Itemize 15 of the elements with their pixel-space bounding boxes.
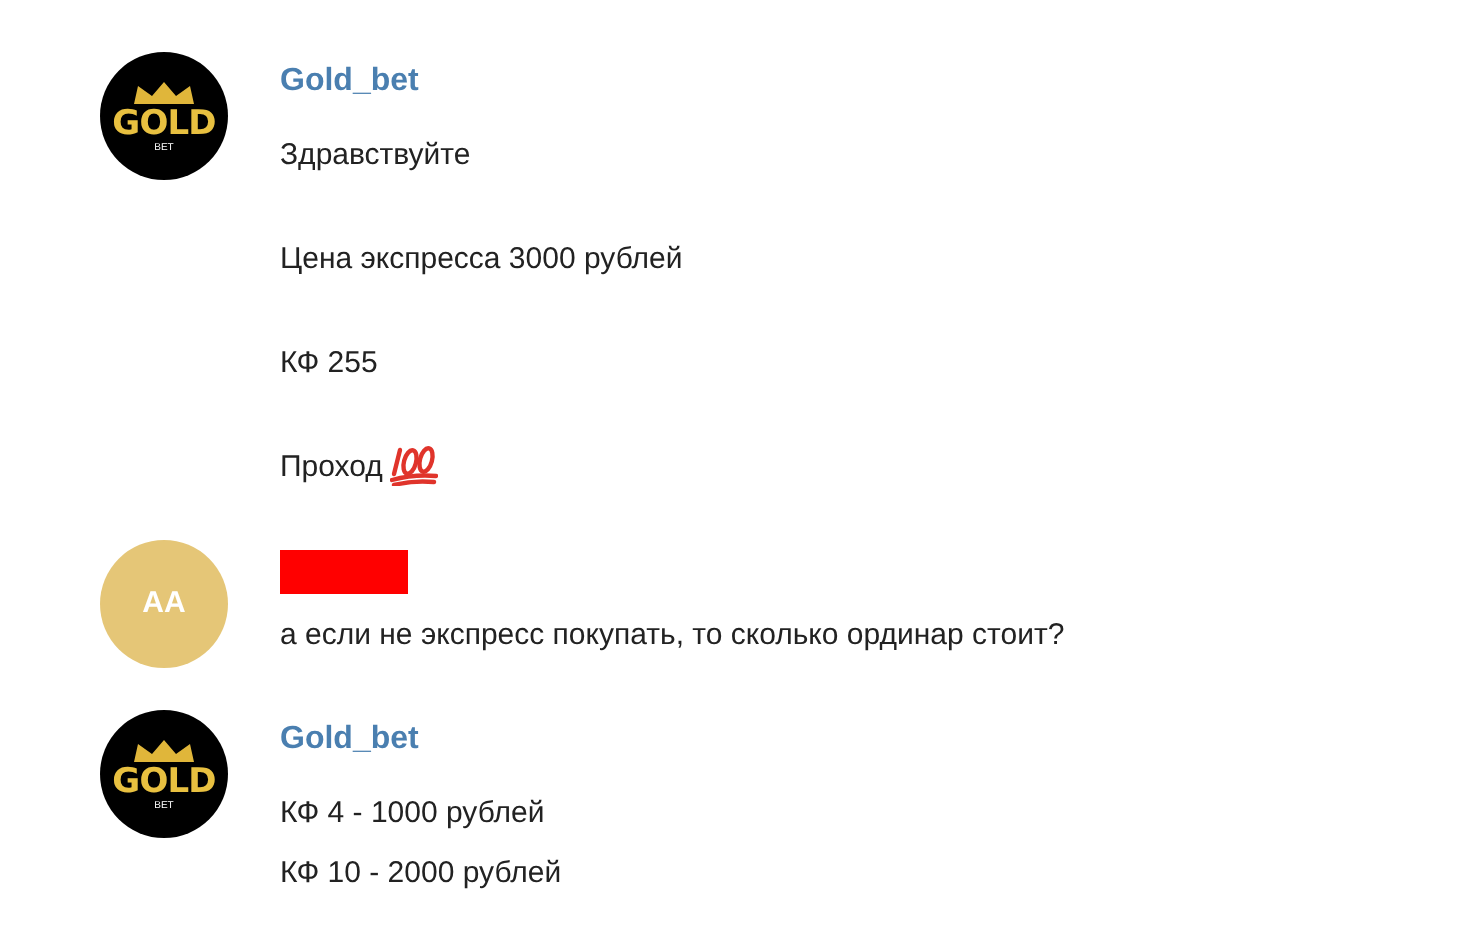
message-text: Здравствуйте bbox=[280, 135, 471, 176]
crown-icon bbox=[130, 737, 198, 765]
sender-name: Gold_bet bbox=[280, 720, 421, 760]
message-text: КФ 4 - 1000 рублей bbox=[280, 793, 545, 834]
sender-name: Gold_bet bbox=[280, 62, 421, 102]
logo-text: GOLD bbox=[112, 765, 216, 799]
hundred-points-icon bbox=[390, 442, 439, 487]
crown-icon bbox=[130, 79, 198, 107]
message-text: а если не экспресс покупать, то сколько ординар стоит? bbox=[280, 615, 1065, 656]
message-text: КФ 255 bbox=[280, 343, 378, 384]
message-text: Проход bbox=[280, 447, 383, 488]
message-text: КФ 10 - 2000 рублей bbox=[280, 853, 562, 894]
logo-text: GOLD bbox=[112, 107, 216, 141]
message-text: Цена экспресса 3000 рублей bbox=[280, 239, 683, 280]
initials-avatar: AA bbox=[100, 540, 228, 668]
